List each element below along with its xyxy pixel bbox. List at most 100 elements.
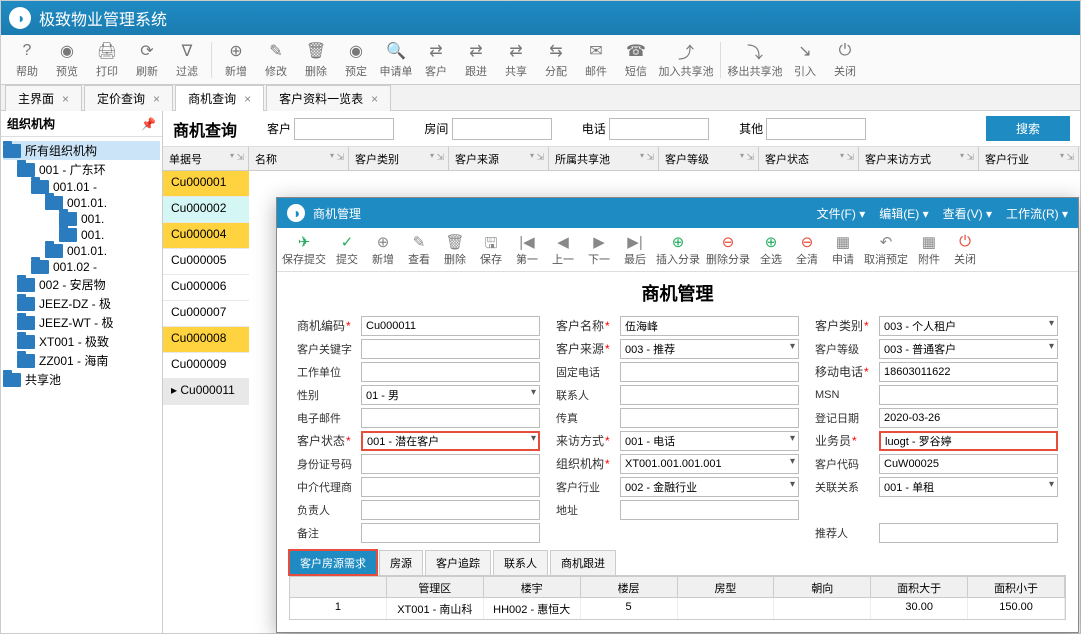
tree-item[interactable]: XT001 - 极致 bbox=[3, 332, 160, 351]
relation-select[interactable] bbox=[879, 477, 1058, 497]
toolbar-加入共享池[interactable]: ⤴加入共享池 bbox=[656, 37, 716, 83]
dialog-titlebar[interactable]: ◑ 商机管理 文件(F) ▾编辑(E) ▾查看(V) ▾工作流(R) ▾ bbox=[277, 198, 1078, 228]
level-select[interactable] bbox=[879, 339, 1058, 359]
email-field[interactable] bbox=[361, 408, 540, 428]
sub-cell[interactable]: HH002 - 惠恒大 bbox=[484, 598, 581, 619]
toolbar-关闭[interactable]: ⏻关闭 bbox=[825, 37, 865, 83]
tab-定价查询[interactable]: 定价查询× bbox=[84, 85, 173, 111]
dlg-tb-插入分录[interactable]: ⊕插入分录 bbox=[653, 233, 703, 267]
toolbar-客户[interactable]: ⇄客户 bbox=[416, 37, 456, 83]
tree-item[interactable]: 所有组织机构 bbox=[3, 141, 160, 160]
mobile-field[interactable] bbox=[879, 362, 1058, 382]
toolbar-修改[interactable]: ✎修改 bbox=[256, 37, 296, 83]
menu-编辑(E)[interactable]: 编辑(E) ▾ bbox=[879, 205, 928, 222]
grid-header-cell[interactable]: 客户行业⇲ bbox=[979, 147, 1079, 170]
toolbar-邮件[interactable]: ✉邮件 bbox=[576, 37, 616, 83]
toolbar-帮助[interactable]: ?帮助 bbox=[7, 37, 47, 83]
tree-item[interactable]: ZZ001 - 海南 bbox=[3, 351, 160, 370]
fax-field[interactable] bbox=[620, 408, 799, 428]
agent-field[interactable] bbox=[361, 477, 540, 497]
source-select[interactable] bbox=[620, 339, 799, 359]
subtab-房源[interactable]: 房源 bbox=[379, 550, 423, 575]
grid-row[interactable]: Cu000002 bbox=[163, 197, 249, 223]
dlg-tb-删除分录[interactable]: ⊖删除分录 bbox=[703, 233, 753, 267]
visit-select[interactable] bbox=[620, 431, 799, 451]
subtab-商机跟进[interactable]: 商机跟进 bbox=[550, 550, 616, 575]
ref-field[interactable] bbox=[879, 523, 1058, 543]
toolbar-共享[interactable]: ⇄共享 bbox=[496, 37, 536, 83]
sub-cell[interactable]: XT001 - 南山科 bbox=[387, 598, 484, 619]
name-field[interactable] bbox=[620, 316, 799, 336]
dlg-tb-最后[interactable]: ▶|最后 bbox=[617, 233, 653, 267]
sub-cell[interactable] bbox=[678, 598, 775, 619]
addr-field[interactable] bbox=[620, 500, 799, 520]
toolbar-删除[interactable]: 🗑删除 bbox=[296, 37, 336, 83]
grid-header-cell[interactable]: 客户类别⇲ bbox=[349, 147, 449, 170]
tree-item[interactable]: 001. bbox=[3, 211, 160, 227]
tree-item[interactable]: 001.02 - bbox=[3, 259, 160, 275]
dlg-tb-保存提交[interactable]: ✈保存提交 bbox=[279, 233, 329, 267]
tab-主界面[interactable]: 主界面× bbox=[5, 85, 82, 111]
dlg-tb-第一[interactable]: |◀第一 bbox=[509, 233, 545, 267]
tree-item[interactable]: 002 - 安居物 bbox=[3, 275, 160, 294]
dlg-tb-下一[interactable]: ▶下一 bbox=[581, 233, 617, 267]
grid-row[interactable]: Cu000006 bbox=[163, 275, 249, 301]
dlg-tb-删除[interactable]: 🗑删除 bbox=[437, 233, 473, 267]
code-field[interactable] bbox=[361, 316, 540, 336]
tree-item[interactable]: 001.01. bbox=[3, 243, 160, 259]
grid-header-cell[interactable]: 客户等级⇲ bbox=[659, 147, 759, 170]
toolbar-刷新[interactable]: ⟳刷新 bbox=[127, 37, 167, 83]
close-icon[interactable]: × bbox=[153, 92, 160, 106]
resp-field[interactable] bbox=[361, 500, 540, 520]
sub-cell[interactable]: 1 bbox=[290, 598, 387, 619]
other-input[interactable] bbox=[766, 118, 866, 140]
grid-row[interactable]: Cu000004 bbox=[163, 223, 249, 249]
remark-field[interactable] bbox=[361, 523, 540, 543]
toolbar-分配[interactable]: ⇆分配 bbox=[536, 37, 576, 83]
pin-icon[interactable]: 📌 bbox=[141, 117, 156, 131]
category-select[interactable] bbox=[879, 316, 1058, 336]
grid-header-cell[interactable]: 单据号⇲ bbox=[163, 147, 249, 170]
contact-field[interactable] bbox=[620, 385, 799, 405]
toolbar-打印[interactable]: 🖨打印 bbox=[87, 37, 127, 83]
tab-客户资料一览表[interactable]: 客户资料一览表× bbox=[266, 85, 391, 111]
toolbar-预定[interactable]: ◉预定 bbox=[336, 37, 376, 83]
dlg-tb-保存[interactable]: 🖫保存 bbox=[473, 233, 509, 267]
sex-select[interactable] bbox=[361, 385, 540, 405]
dlg-tb-关闭[interactable]: ⏻关闭 bbox=[947, 233, 983, 267]
tel-field[interactable] bbox=[620, 362, 799, 382]
dlg-tb-全选[interactable]: ⊕全选 bbox=[753, 233, 789, 267]
sub-grid-row[interactable]: 1XT001 - 南山科HH002 - 惠恒大530.00150.00 bbox=[289, 598, 1066, 620]
search-button[interactable]: 搜索 bbox=[986, 116, 1070, 141]
grid-row[interactable]: Cu000005 bbox=[163, 249, 249, 275]
status-select[interactable] bbox=[361, 431, 540, 451]
tab-商机查询[interactable]: 商机查询× bbox=[175, 85, 264, 111]
subtab-客户追踪[interactable]: 客户追踪 bbox=[425, 550, 491, 575]
tree-item[interactable]: 001.01 - bbox=[3, 179, 160, 195]
dlg-tb-上一[interactable]: ◀上一 bbox=[545, 233, 581, 267]
toolbar-过滤[interactable]: ∇过滤 bbox=[167, 37, 207, 83]
msn-field[interactable] bbox=[879, 385, 1058, 405]
grid-row[interactable]: Cu000001 bbox=[163, 171, 249, 197]
tree-item[interactable]: JEEZ-DZ - 极 bbox=[3, 294, 160, 313]
dlg-tb-新增[interactable]: ⊕新增 bbox=[365, 233, 401, 267]
dlg-tb-取消预定[interactable]: ↶取消预定 bbox=[861, 233, 911, 267]
tree-item[interactable]: 001. bbox=[3, 227, 160, 243]
date-field[interactable] bbox=[879, 408, 1058, 428]
tree-item[interactable]: JEEZ-WT - 极 bbox=[3, 313, 160, 332]
dlg-tb-查看[interactable]: ✎查看 bbox=[401, 233, 437, 267]
close-icon[interactable]: × bbox=[371, 92, 378, 106]
toolbar-引入[interactable]: ↘引入 bbox=[785, 37, 825, 83]
menu-查看(V)[interactable]: 查看(V) ▾ bbox=[943, 205, 992, 222]
grid-row[interactable]: Cu000007 bbox=[163, 301, 249, 327]
tree-item[interactable]: 001.01. bbox=[3, 195, 160, 211]
toolbar-新增[interactable]: ⊕新增 bbox=[216, 37, 256, 83]
ccode-field[interactable] bbox=[879, 454, 1058, 474]
tree-item[interactable]: 共享池 bbox=[3, 370, 160, 389]
industry-select[interactable] bbox=[620, 477, 799, 497]
grid-header-cell[interactable]: 所属共享池⇲ bbox=[549, 147, 659, 170]
subtab-客户房源需求[interactable]: 客户房源需求 bbox=[289, 550, 377, 575]
sales-field[interactable] bbox=[879, 431, 1058, 451]
subtab-联系人[interactable]: 联系人 bbox=[493, 550, 548, 575]
org-select[interactable] bbox=[620, 454, 799, 474]
